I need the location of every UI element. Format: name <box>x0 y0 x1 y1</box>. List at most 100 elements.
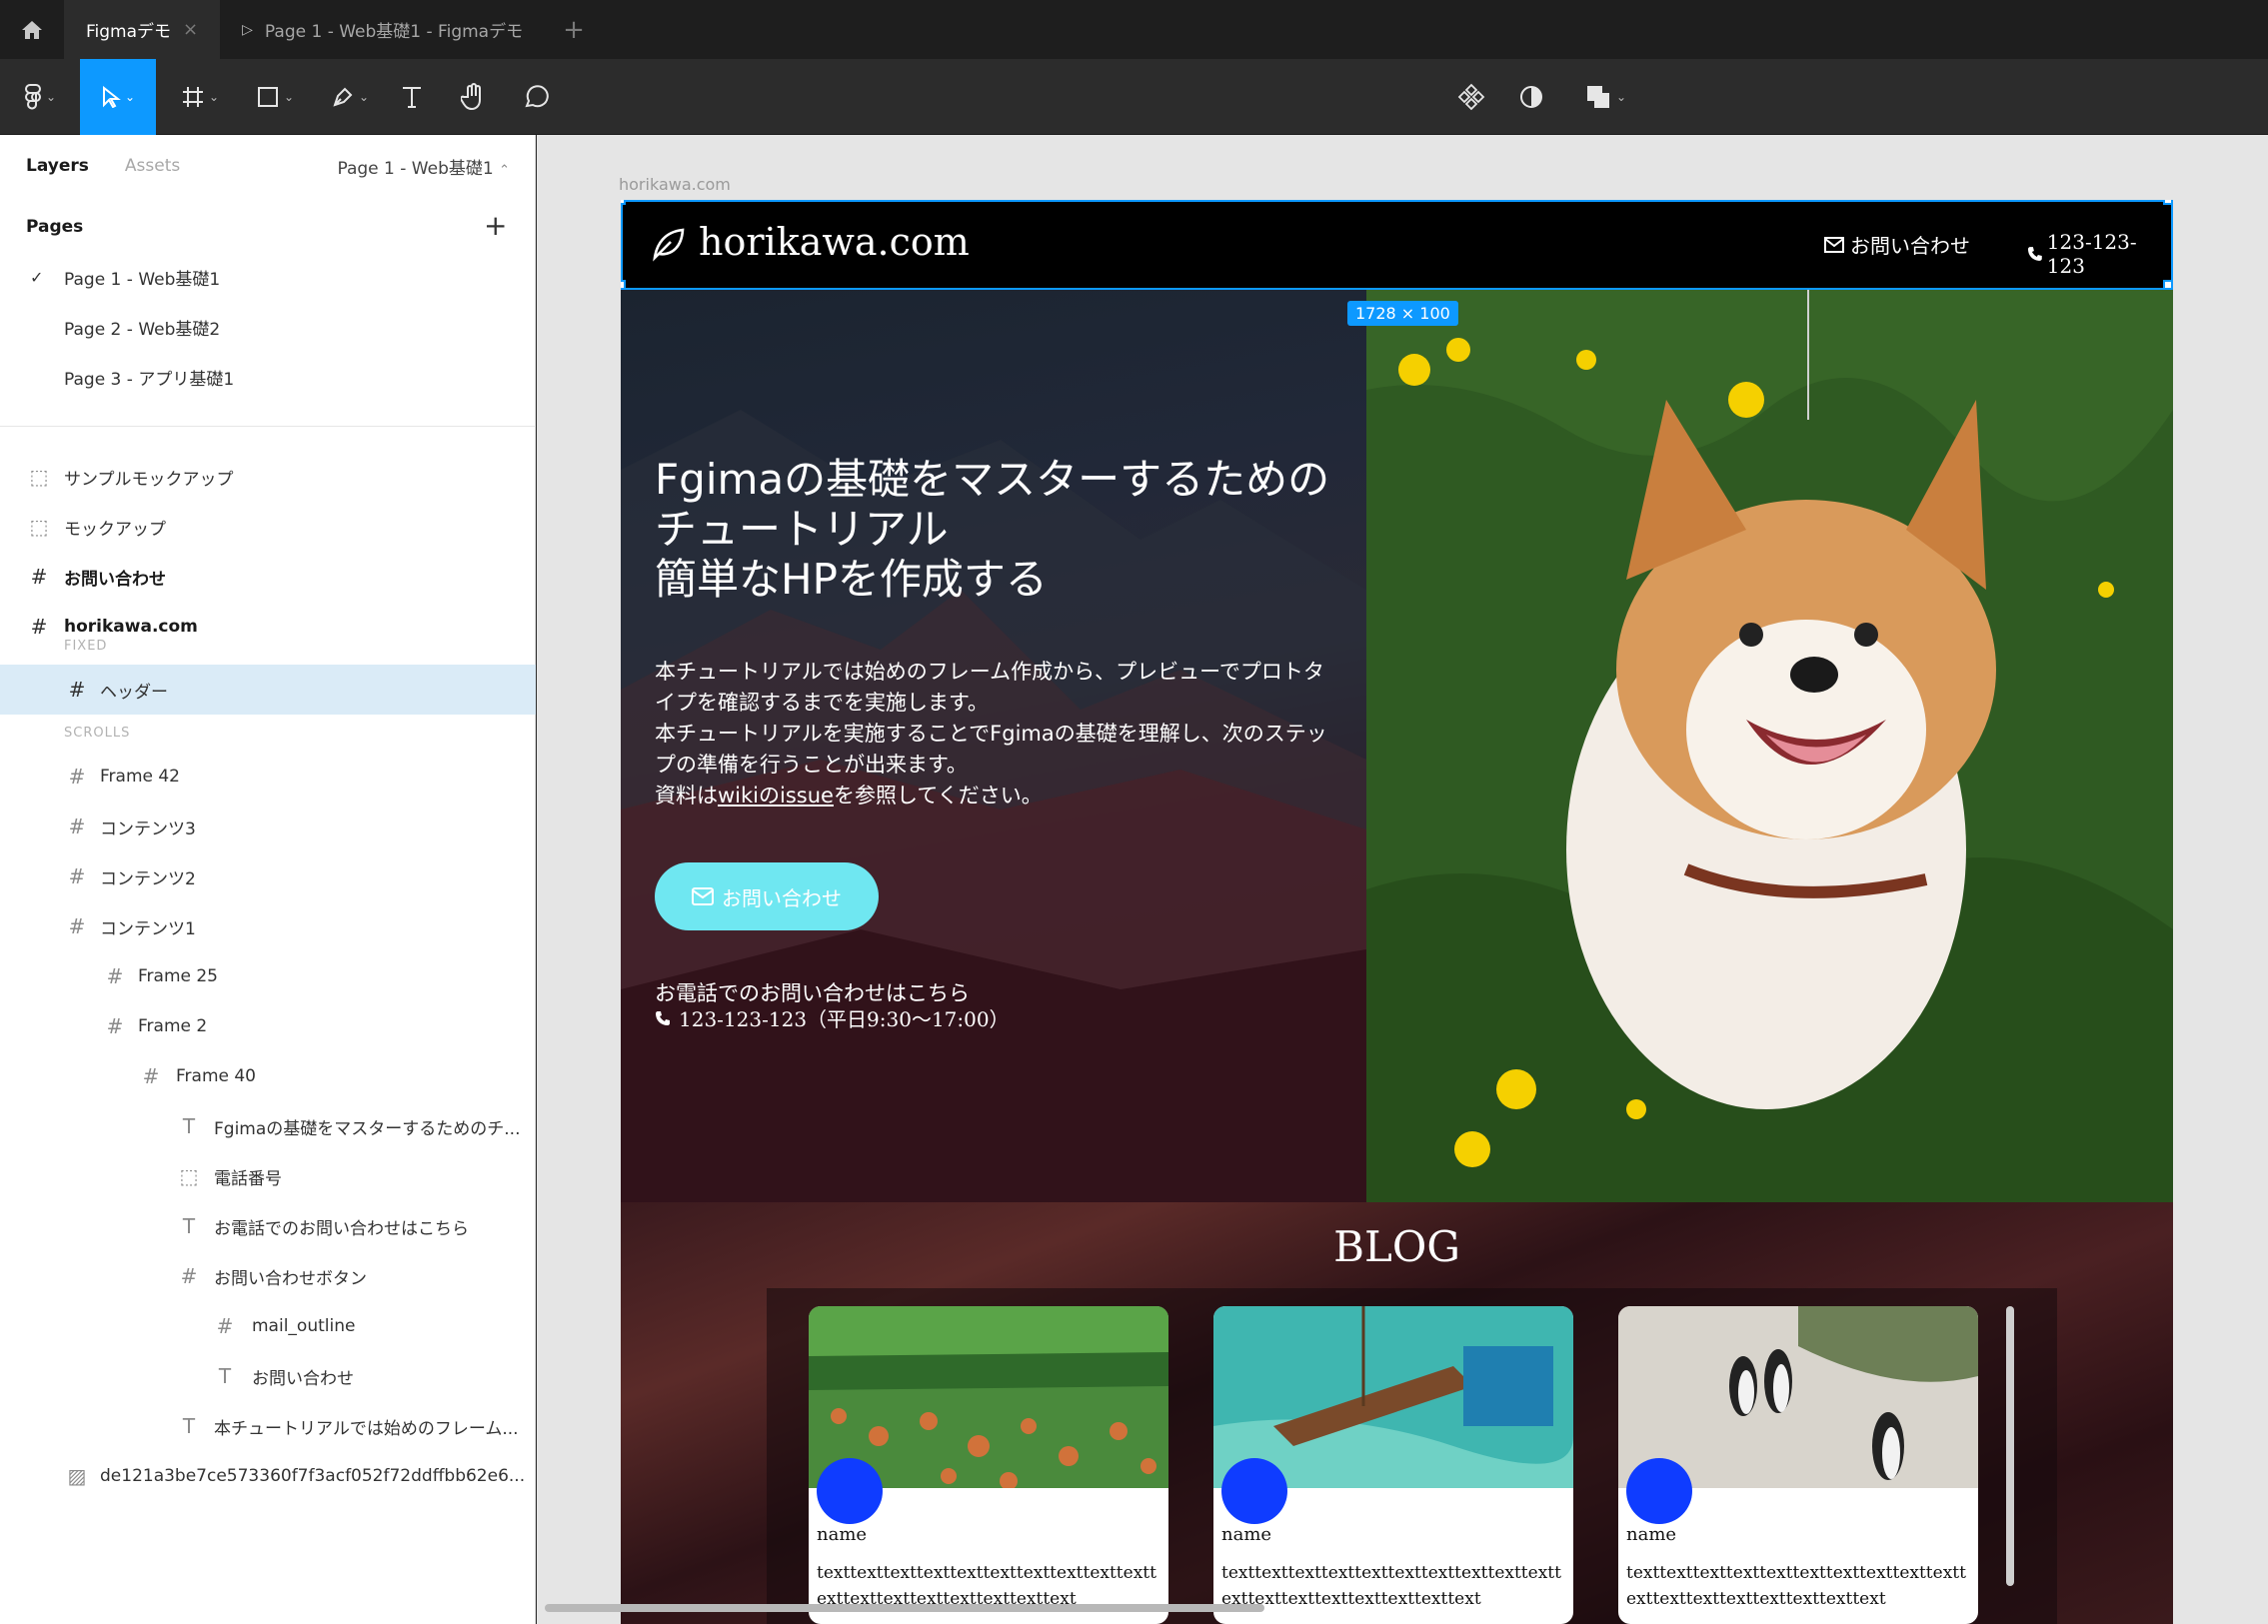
image-icon: ▨ <box>67 1464 87 1488</box>
play-icon: ▷ <box>242 21 253 38</box>
mask-icon[interactable] <box>1511 59 1551 135</box>
tab-layers[interactable]: Layers <box>26 156 89 176</box>
resize-handle[interactable] <box>2163 280 2173 290</box>
components-icon[interactable] <box>1451 59 1491 135</box>
layer-label: コンテンツ2 <box>100 868 196 889</box>
frame-icon: # <box>68 765 86 789</box>
move-tool-button[interactable]: ⌄ <box>80 59 156 135</box>
text-icon: T <box>182 1214 196 1238</box>
resize-handle[interactable] <box>621 200 626 205</box>
layer-label: コンテンツ3 <box>100 818 196 839</box>
layer-item[interactable]: T お電話でのお問い合わせはこちら <box>0 1201 536 1251</box>
layer-item[interactable]: # Frame 42 <box>0 752 536 802</box>
card-name: name <box>1221 1524 1272 1545</box>
tab-assets[interactable]: Assets <box>125 156 180 176</box>
website-frame[interactable]: horikawa.com お問い合わせ 123-123-123 Fgimaの基礎… <box>621 200 2173 1624</box>
layer-item[interactable]: # コンテンツ2 <box>0 851 536 901</box>
layer-item[interactable]: # Frame 25 <box>0 951 536 1001</box>
close-icon[interactable]: × <box>183 19 198 40</box>
page-item-3[interactable]: Page 3 - アプリ基礎1 <box>0 353 536 401</box>
page-label: Page 1 - Web基礎1 <box>64 269 221 290</box>
layer-item[interactable]: # Frame 40 <box>0 1051 536 1101</box>
resize-handle[interactable] <box>2163 200 2173 205</box>
tel-number-text: 123-123-123（平日9:30〜17:00） <box>679 1007 1010 1031</box>
panel-tabs: Layers Assets Page 1 - Web基礎1 ⌃ <box>0 135 536 197</box>
nav-contact-link[interactable]: お問い合わせ <box>1824 230 1970 259</box>
horizontal-scrollbar[interactable] <box>545 1604 1264 1612</box>
figma-menu-icon[interactable]: ⌄ <box>10 59 70 135</box>
site-logo[interactable]: horikawa.com <box>699 220 970 264</box>
comment-tool-button[interactable] <box>514 59 558 135</box>
blog-section: BLOG name texttexttexttexttexttexttextte… <box>621 1202 2173 1624</box>
layer-item[interactable]: T Fgimaの基礎をマスターするためのチ... <box>0 1101 536 1151</box>
blog-card[interactable]: name texttexttexttexttexttexttexttexttex… <box>1213 1306 1573 1624</box>
site-header[interactable]: horikawa.com お問い合わせ 123-123-123 <box>621 200 2173 290</box>
section-icon: ⬚ <box>29 465 49 489</box>
layer-label: Frame 40 <box>176 1066 257 1086</box>
layer-item[interactable]: # お問い合わせ <box>0 552 536 602</box>
phone-icon <box>656 1010 670 1025</box>
page-selector[interactable]: Page 1 - Web基礎1 ⌃ <box>337 154 510 179</box>
tab-prototype[interactable]: ▷ Page 1 - Web基礎1 - Figmaデモ <box>220 0 545 59</box>
frame-icon: # <box>30 565 48 589</box>
layer-label: Frame 2 <box>138 1016 208 1036</box>
vertical-scrollbar[interactable] <box>2006 1306 2014 1586</box>
blog-card[interactable]: name texttexttexttexttexttexttexttexttex… <box>809 1306 1168 1624</box>
wiki-issue-link[interactable]: wikiのissue <box>718 784 834 808</box>
layer-item[interactable]: # Frame 2 <box>0 1001 536 1051</box>
page-selector-label: Page 1 - Web基礎1 <box>337 158 494 179</box>
layer-item[interactable]: ⬚ 電話番号 <box>0 1151 536 1201</box>
layer-item[interactable]: # mail_outline <box>0 1301 536 1351</box>
layer-item[interactable]: T 本チュートリアルでは始めのフレーム... <box>0 1401 536 1451</box>
layer-item-selected[interactable]: # ヘッダー <box>0 665 536 715</box>
layer-label: サンプルモックアップ <box>64 469 234 490</box>
layer-label: de121a3be7ce573360f7f3acf052f72ddffbb62e… <box>100 1466 526 1486</box>
layer-item[interactable]: # お問い合わせボタン <box>0 1251 536 1301</box>
add-page-button[interactable]: + <box>484 209 507 242</box>
layer-label: Frame 25 <box>138 966 219 986</box>
layer-item[interactable]: ▨ de121a3be7ce573360f7f3acf052f72ddffbb6… <box>0 1451 536 1501</box>
pen-tool-button[interactable]: ⌄ <box>320 59 380 135</box>
resize-handle[interactable] <box>621 280 626 290</box>
hero-description: 本チュートリアルでは始めのフレーム作成から、プレビューでプロトタイプを確認するま… <box>655 657 1344 812</box>
nav-contact-label: お問い合わせ <box>1850 234 1970 258</box>
frame-label[interactable]: horikawa.com <box>619 175 731 194</box>
nav-phone-link[interactable]: 123-123-123 <box>2027 230 2173 278</box>
frame-tool-button[interactable]: ⌄ <box>170 59 230 135</box>
layer-item[interactable]: ⬚ サンプルモックアップ <box>0 452 536 502</box>
tab-file[interactable]: Figmaデモ × <box>64 0 221 59</box>
frame-icon: # <box>180 1264 198 1288</box>
text-tool-button[interactable] <box>392 59 432 135</box>
home-icon[interactable] <box>0 0 64 59</box>
phone-icon <box>2027 247 2042 261</box>
layer-label: horikawa.com <box>64 617 198 637</box>
page-label: Page 3 - アプリ基礎1 <box>64 369 235 390</box>
add-tab-button[interactable]: + <box>545 0 603 59</box>
layer-item[interactable]: ⬚ モックアップ <box>0 502 536 552</box>
divider <box>0 426 536 427</box>
frame-icon: # <box>142 1064 160 1088</box>
layer-item[interactable]: T お問い合わせ <box>0 1351 536 1401</box>
chevron-down-icon: ⌄ <box>358 90 370 104</box>
layer-label: お問い合わせ <box>252 1368 354 1389</box>
page-item-1[interactable]: ✓ Page 1 - Web基礎1 <box>0 253 536 301</box>
check-icon: ✓ <box>30 267 44 287</box>
section-label-fixed: FIXED <box>64 639 108 654</box>
card-text: texttexttexttexttexttexttexttexttexttext… <box>1221 1563 1561 1609</box>
shape-tool-button[interactable]: ⌄ <box>245 59 305 135</box>
hand-tool-button[interactable] <box>452 59 496 135</box>
leaf-icon <box>653 228 685 262</box>
page-item-2[interactable]: Page 2 - Web基礎2 <box>0 303 536 351</box>
dog-image <box>1366 290 2173 1202</box>
mail-outline-icon <box>692 887 714 905</box>
layer-item[interactable]: # コンテンツ3 <box>0 802 536 851</box>
chevron-down-icon: ⌄ <box>45 90 57 104</box>
boolean-icon[interactable]: ⌄ <box>1575 59 1635 135</box>
blog-card[interactable]: name texttexttexttexttexttexttexttexttex… <box>1618 1306 1978 1624</box>
chevron-down-icon: ⌄ <box>124 90 136 104</box>
contact-button[interactable]: お問い合わせ <box>655 862 879 930</box>
frame-icon: # <box>68 864 86 888</box>
canvas[interactable]: horikawa.com horikawa.com お問い合わせ 123-123… <box>537 135 2268 1624</box>
text-icon: T <box>182 1414 196 1438</box>
layer-item[interactable]: # コンテンツ1 <box>0 901 536 951</box>
